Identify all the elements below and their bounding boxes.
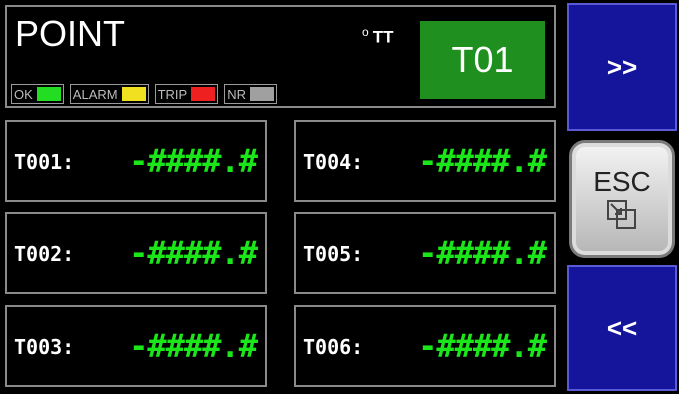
legend-nr: NR <box>224 84 277 104</box>
point-label: T003: <box>14 335 75 359</box>
legend-trip-swatch <box>191 87 216 101</box>
point-label: T004: <box>303 150 364 174</box>
next-page-button[interactable]: >> <box>567 3 677 131</box>
point-cell-t005[interactable]: T005: -####.# <box>294 212 556 294</box>
point-value: -####.# <box>418 327 547 365</box>
point-label: T006: <box>303 335 364 359</box>
point-cell-t006[interactable]: T006: -####.# <box>294 305 556 387</box>
unit-label: o TT <box>362 25 393 48</box>
page-title: POINT <box>15 13 126 54</box>
esc-button[interactable]: ESC <box>569 140 675 258</box>
legend-nr-swatch <box>250 87 274 101</box>
legend-trip: TRIP <box>154 84 219 104</box>
point-value: -####.# <box>129 234 258 272</box>
unit-text: TT <box>372 27 394 47</box>
point-cell-t001[interactable]: T001: -####.# <box>5 120 267 202</box>
legend-ok: OK <box>11 84 64 104</box>
esc-label: ESC <box>593 166 651 197</box>
point-cell-t004[interactable]: T004: -####.# <box>294 120 556 202</box>
point-label: T002: <box>14 242 75 266</box>
point-value: -####.# <box>129 327 258 365</box>
point-label: T005: <box>303 242 364 266</box>
degree-icon: o <box>362 25 369 39</box>
legend-alarm-swatch <box>121 87 146 101</box>
tag-badge: T01 <box>420 21 545 99</box>
header-panel: POINT o TT T01 OK ALARM TRIP NR <box>5 5 556 108</box>
status-legend: OK ALARM TRIP NR <box>11 84 277 104</box>
point-cell-t003[interactable]: T003: -####.# <box>5 305 267 387</box>
point-cell-t002[interactable]: T002: -####.# <box>5 212 267 294</box>
legend-ok-swatch <box>36 87 61 101</box>
prev-page-button[interactable]: << <box>567 265 677 391</box>
window-exit-icon <box>607 200 636 229</box>
point-value: -####.# <box>418 142 547 180</box>
point-value: -####.# <box>129 142 258 180</box>
point-label: T001: <box>14 150 75 174</box>
point-value: -####.# <box>418 234 547 272</box>
legend-alarm: ALARM <box>69 84 149 104</box>
